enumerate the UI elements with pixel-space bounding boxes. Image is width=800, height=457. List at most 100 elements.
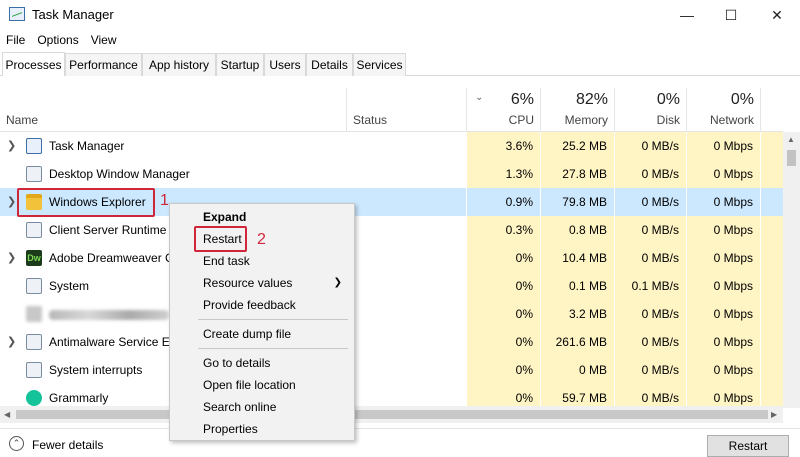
table-row[interactable]: ❯ Dw Adobe Dreamweaver C 0% 10.4 MB 0 MB… [0,244,783,272]
disk-cell: 0 MB/s [614,328,686,356]
col-extra[interactable] [760,88,783,132]
scroll-up-icon[interactable]: ▲ [787,135,795,144]
cpu-cell: 1.3% [466,160,540,188]
horizontal-scroll-thumb[interactable] [16,410,768,419]
table-row[interactable]: System interrupts 0% 0 MB 0 MB/s 0 Mbps [0,356,783,384]
menu-item-provide-feedback[interactable]: Provide feedback [170,294,354,316]
menu-item-properties[interactable]: Properties [170,418,354,440]
chevron-up-icon[interactable]: ⌃ [9,436,24,451]
col-memory[interactable]: 82% Memory [540,88,614,132]
extra-cell [760,272,783,300]
expand-chevron-icon[interactable]: ❯ [7,251,16,264]
table-row[interactable]: Grammarly 0% 59.7 MB 0 MB/s 0 Mbps [0,384,783,408]
network-cell: 0 Mbps [686,328,760,356]
tab-app-history[interactable]: App history [142,53,216,76]
tab-services[interactable]: Services [353,53,406,76]
vertical-scroll-thumb[interactable] [787,150,796,166]
sort-chevron-icon: ⌄ [475,92,484,103]
memory-cell: 0 MB [540,356,614,384]
column-header: Name Status 6% CPU 82% Memory 0% Disk 0%… [0,88,783,132]
menu-bar: File Options View [0,30,800,50]
extra-cell [760,384,783,408]
memory-cell: 25.2 MB [540,132,614,160]
tab-startup[interactable]: Startup [216,53,264,76]
network-cell: 0 Mbps [686,132,760,160]
menu-item-expand[interactable]: Expand [170,206,354,228]
table-row[interactable]: ❯ Antimalware Service Ex 0% 261.6 MB 0 M… [0,328,783,356]
expand-chevron-icon[interactable]: ❯ [7,335,16,348]
task-manager-icon [9,7,25,21]
memory-cell: 59.7 MB [540,384,614,408]
col-status-label: Status [353,113,388,127]
scroll-right-icon[interactable]: ▶ [771,410,777,419]
menu-item-go-to-details[interactable]: Go to details [170,352,354,374]
memory-cell: 0.8 MB [540,216,614,244]
horizontal-scrollbar[interactable]: ◀ ▶ [0,406,783,423]
extra-cell [760,216,783,244]
disk-cell: 0 MB/s [614,384,686,408]
restart-button[interactable]: Restart [707,435,789,457]
table-row[interactable]: System 0% 0.1 MB 0.1 MB/s 0 Mbps [0,272,783,300]
annotation-step-2: 2 [257,231,266,248]
cpu-cell: 0.3% [466,216,540,244]
tab-processes[interactable]: Processes [2,52,65,76]
cpu-cell: 0.9% [466,188,540,216]
maximize-button[interactable]: ☐ [708,0,754,30]
cpu-percent: 6% [510,91,534,108]
tab-details[interactable]: Details [306,53,353,76]
col-disk-label: Disk [656,113,680,127]
minimize-button[interactable]: — [664,0,710,30]
expand-chevron-icon[interactable]: ❯ [7,139,16,152]
col-network-label: Network [709,113,754,127]
fewer-details-link[interactable]: Fewer details [32,438,103,452]
disk-cell: 0 MB/s [614,132,686,160]
cpu-cell: 0% [466,300,540,328]
tab-performance[interactable]: Performance [65,53,142,76]
process-name: Antimalware Service Ex [49,335,176,349]
network-cell: 0 Mbps [686,300,760,328]
cpu-cell: 0% [466,384,540,408]
scroll-left-icon[interactable]: ◀ [4,410,10,419]
highlight-box-windows-explorer [17,188,155,217]
network-cell: 0 Mbps [686,216,760,244]
menu-item-create-dump-file[interactable]: Create dump file [170,323,354,345]
col-memory-label: Memory [564,113,608,127]
menu-item-resource-values[interactable]: Resource values ❯ [170,272,354,294]
memory-cell: 261.6 MB [540,328,614,356]
disk-cell: 0.1 MB/s [614,272,686,300]
menu-item-open-file-location[interactable]: Open file location [170,374,354,396]
system-icon [26,278,42,294]
col-status[interactable]: Status [346,88,466,132]
memory-cell: 3.2 MB [540,300,614,328]
table-row[interactable]: 0% 3.2 MB 0 MB/s 0 Mbps [0,300,783,328]
cpu-cell: 3.6% [466,132,540,160]
table-row[interactable]: ❯ Task Manager 3.6% 25.2 MB 0 MB/s 0 Mbp… [0,132,783,160]
window-title: Task Manager [32,7,114,22]
col-disk[interactable]: 0% Disk [614,88,686,132]
extra-cell [760,328,783,356]
table-row[interactable]: Client Server Runtime P 0.3% 0.8 MB 0 MB… [0,216,783,244]
col-network[interactable]: 0% Network [686,88,760,132]
extra-cell [760,132,783,160]
blurred-process-name [49,310,169,320]
close-button[interactable]: ✕ [754,0,800,30]
expand-chevron-icon[interactable]: ❯ [7,195,16,208]
vertical-scrollbar[interactable]: ▲ [783,132,800,408]
status-bar: ⌃ Fewer details Restart [0,428,800,457]
resource-values-label: Resource values [203,276,293,290]
col-cpu-label: CPU [508,113,534,127]
menu-item-search-online[interactable]: Search online [170,396,354,418]
menu-options[interactable]: Options [31,33,84,47]
extra-cell [760,160,783,188]
table-row[interactable]: Desktop Window Manager 1.3% 27.8 MB 0 MB… [0,160,783,188]
col-name[interactable]: Name [0,88,346,132]
task-manager-icon [26,138,42,154]
menu-item-end-task[interactable]: End task [170,250,354,272]
cpu-cell: 0% [466,356,540,384]
cpu-cell: 0% [466,244,540,272]
menu-view[interactable]: View [85,33,123,47]
process-name: Grammarly [49,391,109,405]
menu-file[interactable]: File [0,33,31,47]
extra-cell [760,300,783,328]
tab-users[interactable]: Users [264,53,306,76]
